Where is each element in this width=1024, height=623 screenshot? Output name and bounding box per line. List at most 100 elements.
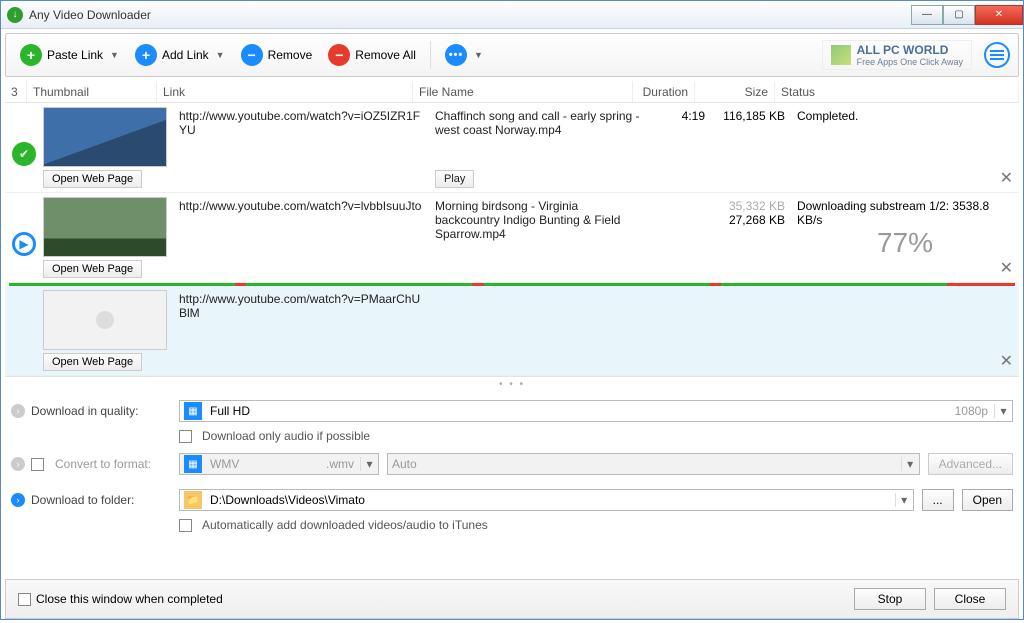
- open-web-page-button[interactable]: Open Web Page: [43, 260, 142, 278]
- audio-only-label: Download only audio if possible: [202, 429, 370, 443]
- minus-icon: −: [241, 44, 263, 66]
- chevron-icon: ›: [11, 493, 25, 507]
- quality-label: Download in quality:: [31, 404, 138, 418]
- itunes-label: Automatically add downloaded videos/audi…: [202, 518, 488, 532]
- plus-icon: +: [20, 44, 42, 66]
- preset-value: Auto: [388, 457, 901, 471]
- options-panel: ›Download in quality: ▦ Full HD 1080p ▾ …: [11, 396, 1013, 532]
- duration: [649, 193, 711, 282]
- close-when-done-label: Close this window when completed: [36, 592, 223, 606]
- add-link-button[interactable]: + Add Link ▼: [129, 40, 231, 70]
- chevron-icon: ›: [11, 404, 25, 418]
- row-close-button[interactable]: ✕: [1000, 351, 1013, 371]
- header-count[interactable]: 3: [5, 81, 27, 102]
- list-header: 3 Thumbnail Link File Name Duration Size…: [5, 81, 1019, 103]
- logo-title: ALL PC WORLD: [857, 43, 963, 57]
- chevron-down-icon[interactable]: ▼: [110, 50, 119, 60]
- header-link[interactable]: Link: [157, 81, 413, 102]
- row-close-button[interactable]: ✕: [1000, 258, 1013, 278]
- header-thumbnail[interactable]: Thumbnail: [27, 81, 157, 102]
- chevron-down-icon[interactable]: ▼: [216, 50, 225, 60]
- hamburger-menu-button[interactable]: [984, 42, 1010, 68]
- thumbnail-placeholder[interactable]: [43, 290, 167, 350]
- app-icon: ↓: [7, 7, 23, 23]
- browse-button[interactable]: ...: [922, 489, 954, 511]
- film-icon: ▦: [184, 455, 202, 473]
- file-name: Morning birdsong - Virginia backcountry …: [435, 199, 643, 241]
- table-row[interactable]: Open Web Page http://www.youtube.com/wat…: [5, 286, 1019, 376]
- film-icon: ▦: [184, 402, 202, 420]
- folder-select[interactable]: 📁 D:\Downloads\Videos\Vimato ▾: [179, 489, 914, 511]
- open-web-page-button[interactable]: Open Web Page: [43, 170, 142, 188]
- toolbar: + Paste Link ▼ + Add Link ▼ − Remove − R…: [5, 33, 1019, 77]
- table-row[interactable]: ▶ Open Web Page http://www.youtube.com/w…: [5, 193, 1019, 283]
- open-folder-button[interactable]: Open: [962, 489, 1013, 511]
- window-title: Any Video Downloader: [29, 8, 151, 22]
- remove-all-label: Remove All: [355, 48, 416, 62]
- convert-checkbox[interactable]: [31, 458, 44, 471]
- audio-only-checkbox[interactable]: [179, 430, 192, 443]
- quality-select[interactable]: ▦ Full HD 1080p ▾: [179, 400, 1013, 422]
- download-list: ✔ Open Web Page http://www.youtube.com/w…: [5, 103, 1019, 376]
- close-when-done-checkbox[interactable]: [18, 593, 31, 606]
- chevron-down-icon[interactable]: ▾: [994, 404, 1012, 418]
- brand-logo[interactable]: ALL PC WORLD Free Apps One Click Away: [822, 40, 972, 70]
- size-done: 27,268 KB: [717, 213, 785, 227]
- splitter-grip[interactable]: • • •: [5, 376, 1019, 392]
- link-text: http://www.youtube.com/watch?v=PMaarChUB…: [179, 292, 423, 320]
- check-icon: ✔: [12, 142, 36, 166]
- row-close-button[interactable]: ✕: [1000, 168, 1013, 188]
- stop-button[interactable]: Stop: [854, 588, 926, 610]
- play-icon: ▶: [12, 232, 36, 256]
- title-bar: ↓ Any Video Downloader — ▢ ✕: [1, 1, 1023, 29]
- add-link-label: Add Link: [162, 48, 209, 62]
- play-button[interactable]: Play: [435, 170, 474, 188]
- chevron-down-icon[interactable]: ▼: [474, 50, 483, 60]
- duration: 4:19: [649, 103, 711, 192]
- chevron-down-icon[interactable]: ▾: [360, 457, 378, 471]
- chevron-down-icon[interactable]: ▾: [895, 493, 913, 507]
- minus-icon: −: [328, 44, 350, 66]
- more-button[interactable]: ••• ▼: [439, 40, 489, 70]
- file-name: Chaffinch song and call - early spring -…: [435, 109, 643, 137]
- folder-path: D:\Downloads\Videos\Vimato: [206, 493, 895, 507]
- separator: [430, 41, 431, 69]
- footer-bar: Close this window when completed Stop Cl…: [5, 579, 1019, 619]
- header-duration[interactable]: Duration: [633, 81, 695, 102]
- paste-link-button[interactable]: + Paste Link ▼: [14, 40, 125, 70]
- logo-subtitle: Free Apps One Click Away: [857, 57, 963, 67]
- folder-label: Download to folder:: [31, 493, 134, 507]
- convert-label: Convert to format:: [55, 457, 151, 471]
- size-total: 35,332 KB: [717, 199, 785, 213]
- chevron-icon: ›: [11, 457, 25, 471]
- header-status[interactable]: Status: [775, 81, 1019, 102]
- status-text: Downloading substream 1/2: 3538.8 KB/s: [797, 199, 1013, 227]
- thumbnail[interactable]: [43, 197, 167, 257]
- preset-select[interactable]: Auto ▾: [387, 453, 920, 475]
- quality-value: Full HD: [206, 404, 949, 418]
- hamburger-icon: [990, 54, 1004, 56]
- advanced-button[interactable]: Advanced...: [928, 453, 1013, 475]
- table-row[interactable]: ✔ Open Web Page http://www.youtube.com/w…: [5, 103, 1019, 193]
- header-filename[interactable]: File Name: [413, 81, 633, 102]
- chevron-down-icon[interactable]: ▾: [901, 457, 919, 471]
- paste-link-label: Paste Link: [47, 48, 103, 62]
- remove-button[interactable]: − Remove: [235, 40, 319, 70]
- file-size: 116,185 KB: [711, 103, 791, 192]
- maximize-button[interactable]: ▢: [943, 5, 975, 25]
- window-close-button[interactable]: ✕: [975, 5, 1023, 25]
- format-value: WMV: [206, 457, 320, 471]
- remove-all-button[interactable]: − Remove All: [322, 40, 422, 70]
- link-text: http://www.youtube.com/watch?v=lvbbIsuuJ…: [179, 199, 423, 213]
- header-size[interactable]: Size: [695, 81, 775, 102]
- folder-icon: 📁: [184, 491, 202, 509]
- minimize-button[interactable]: —: [911, 5, 943, 25]
- thumbnail[interactable]: [43, 107, 167, 167]
- dots-icon: •••: [445, 44, 467, 66]
- link-text: http://www.youtube.com/watch?v=iOZ5IZR1F…: [179, 109, 423, 137]
- format-select[interactable]: ▦ WMV .wmv ▾: [179, 453, 379, 475]
- close-button[interactable]: Close: [934, 588, 1006, 610]
- status-text: Completed.: [791, 103, 1019, 192]
- itunes-checkbox[interactable]: [179, 519, 192, 532]
- open-web-page-button[interactable]: Open Web Page: [43, 353, 142, 371]
